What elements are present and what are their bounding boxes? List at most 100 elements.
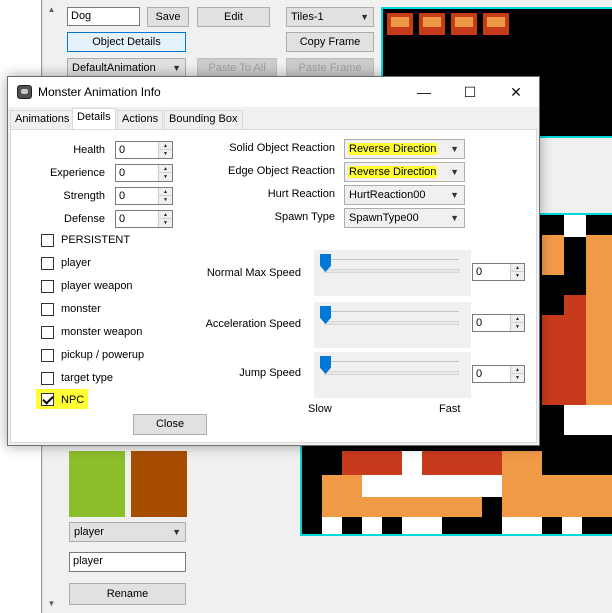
health-label: Health (73, 144, 105, 156)
persistent-checkbox[interactable] (41, 234, 54, 247)
edge-object-reaction-select[interactable]: Reverse Direction ▼ (344, 162, 465, 182)
jump-speed-slider[interactable] (314, 352, 471, 398)
solid-object-reaction-select[interactable]: Reverse Direction ▼ (344, 139, 465, 159)
spin-down-icon[interactable]: ▼ (511, 374, 524, 382)
solid-object-reaction-label: Solid Object Reaction (229, 142, 335, 154)
spin-up-icon[interactable]: ▲ (511, 366, 524, 374)
acceleration-speed-value: 0 (476, 317, 483, 329)
acceleration-speed-slider[interactable] (314, 302, 471, 348)
target-type-checkbox[interactable] (41, 372, 54, 385)
secondary-color-swatch[interactable] (131, 451, 187, 517)
npc-checkbox[interactable] (41, 393, 54, 406)
jump-speed-label: Jump Speed (239, 367, 301, 379)
tileset-select-value: Tiles-1 (291, 11, 324, 23)
primary-color-swatch[interactable] (69, 451, 125, 517)
spin-down-icon[interactable]: ▼ (511, 323, 524, 331)
chevron-down-icon: ▼ (450, 213, 459, 223)
save-button[interactable]: Save (147, 7, 189, 27)
edge-object-reaction-label: Edge Object Reaction (227, 165, 335, 177)
strength-value: 0 (119, 190, 126, 202)
object-type-select-value: player (74, 526, 104, 538)
object-name-input[interactable]: Dog (67, 7, 140, 26)
rename-input[interactable]: player (69, 552, 186, 572)
close-button[interactable]: Close (133, 414, 207, 435)
spawn-type-label: Spawn Type (274, 211, 335, 223)
tab-animations[interactable]: Animations (10, 110, 75, 129)
chevron-down-icon: ▼ (172, 63, 181, 73)
player-label: player (61, 257, 91, 269)
tab-details[interactable]: Details (72, 108, 116, 129)
paste-to-all-button[interactable]: Paste To All (197, 58, 277, 78)
spin-down-icon[interactable]: ▼ (511, 272, 524, 280)
health-stepper[interactable]: 0 ▲ ▼ (115, 141, 173, 159)
chevron-down-icon: ▼ (450, 190, 459, 200)
tileset-select[interactable]: Tiles-1 ▼ (286, 7, 374, 27)
health-value: 0 (119, 144, 126, 156)
edge-object-reaction-value: Reverse Direction (348, 166, 438, 178)
dialog-tabs: Animations Details Actions Bounding Box (8, 107, 539, 129)
normal-max-speed-label: Normal Max Speed (206, 267, 301, 279)
hurt-reaction-select[interactable]: HurtReaction00 ▼ (344, 185, 465, 205)
npc-label: NPC (61, 394, 85, 406)
rename-button[interactable]: Rename (69, 583, 186, 605)
defense-label: Defense (64, 213, 105, 225)
strength-stepper[interactable]: 0 ▲ ▼ (115, 187, 173, 205)
defense-stepper[interactable]: 0 ▲ ▼ (115, 210, 173, 228)
strength-label: Strength (63, 190, 105, 202)
tab-actions[interactable]: Actions (117, 110, 164, 129)
chevron-down-icon: ▼ (360, 12, 369, 22)
dialog-title: Monster Animation Info (38, 85, 161, 99)
tab-bounding-box[interactable]: Bounding Box (164, 110, 243, 129)
animation-select-value: DefaultAnimation (72, 62, 156, 74)
slow-label: Slow (308, 403, 332, 415)
acceleration-speed-stepper[interactable]: 0 ▲ ▼ (472, 314, 525, 332)
fast-label: Fast (439, 403, 461, 415)
spin-up-icon[interactable]: ▲ (511, 264, 524, 272)
scroll-up-icon[interactable]: ▲ (45, 3, 58, 16)
hurt-reaction-value: HurtReaction00 (349, 189, 426, 201)
monster-label: monster (61, 303, 101, 315)
jump-speed-value: 0 (476, 368, 483, 380)
details-tab-page: Health 0 ▲ ▼ Experience 0 ▲ ▼ Strength 0 ▲… (10, 129, 537, 443)
player-weapon-label: player weapon (61, 280, 133, 292)
normal-max-speed-slider[interactable] (314, 250, 471, 296)
monster-weapon-label: monster weapon (61, 326, 143, 338)
normal-max-speed-stepper[interactable]: 0 ▲ ▼ (472, 263, 525, 281)
paste-frame-button[interactable]: Paste Frame (286, 58, 374, 78)
app-icon (17, 85, 32, 99)
pickup-powerup-checkbox[interactable] (41, 349, 54, 362)
player-weapon-checkbox[interactable] (41, 280, 54, 293)
spin-up-icon[interactable]: ▲ (511, 315, 524, 323)
experience-label: Experience (49, 167, 105, 179)
chevron-down-icon: ▼ (450, 144, 459, 154)
edit-button[interactable]: Edit (197, 7, 270, 27)
persistent-label: PERSISTENT (61, 234, 131, 246)
chevron-down-icon: ▼ (450, 167, 459, 177)
dialog-titlebar[interactable]: Monster Animation Info — ☐ ✕ (8, 77, 539, 107)
object-details-button[interactable]: Object Details (67, 32, 186, 52)
hurt-reaction-label: Hurt Reaction (267, 188, 335, 200)
scroll-down-icon[interactable]: ▼ (45, 597, 58, 610)
acceleration-speed-label: Acceleration Speed (205, 318, 301, 330)
experience-stepper[interactable]: 0 ▲ ▼ (115, 164, 173, 182)
experience-value: 0 (119, 167, 126, 179)
spawn-type-value: SpawnType00 (349, 212, 419, 224)
chevron-down-icon: ▼ (172, 527, 181, 537)
normal-max-speed-value: 0 (476, 266, 483, 278)
animation-select[interactable]: DefaultAnimation ▼ (67, 58, 186, 78)
copy-frame-button[interactable]: Copy Frame (286, 32, 374, 52)
player-checkbox[interactable] (41, 257, 54, 270)
spawn-type-select[interactable]: SpawnType00 ▼ (344, 208, 465, 228)
maximize-icon[interactable]: ☐ (447, 77, 493, 107)
target-type-label: target type (61, 372, 113, 384)
close-icon[interactable]: ✕ (493, 77, 539, 107)
monster-weapon-checkbox[interactable] (41, 326, 54, 339)
monster-checkbox[interactable] (41, 303, 54, 316)
jump-speed-stepper[interactable]: 0 ▲ ▼ (472, 365, 525, 383)
solid-object-reaction-value: Reverse Direction (348, 143, 438, 155)
pickup-powerup-label: pickup / powerup (61, 349, 145, 361)
minimize-icon[interactable]: — (401, 77, 447, 107)
monster-animation-info-dialog: Monster Animation Info — ☐ ✕ Animations … (7, 76, 540, 446)
object-type-select[interactable]: player ▼ (69, 522, 186, 542)
defense-value: 0 (119, 213, 126, 225)
